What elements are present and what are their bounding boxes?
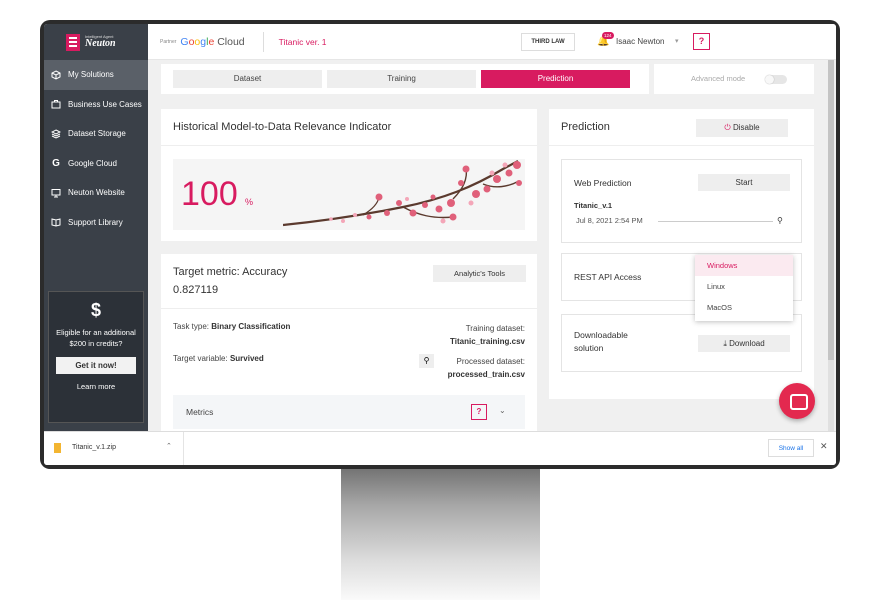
scrollbar[interactable] — [828, 60, 834, 431]
project-name[interactable]: Titanic ver. 1 — [279, 37, 327, 47]
briefcase-icon — [51, 99, 61, 109]
download-filename: Titanic_v.1.zip — [72, 444, 116, 451]
os-dropdown: Windows Linux MacOS — [695, 255, 793, 321]
download-icon: ⤓ — [723, 339, 727, 348]
download-item[interactable]: Titanic_v.1.zip ⌃ — [44, 432, 184, 465]
advanced-mode-panel: Advanced mode — [654, 64, 814, 94]
layers-icon — [51, 129, 61, 139]
relevance-unit: % — [245, 197, 254, 207]
chevron-up-icon[interactable]: ⌃ — [166, 442, 172, 450]
search-icon[interactable]: ⚲ — [419, 354, 434, 368]
processed-dataset: Processed dataset: processed_train.csv — [447, 357, 525, 379]
sidebar-item-google-cloud[interactable]: G Google Cloud — [44, 149, 148, 179]
card-title: Historical Model-to-Data Relevance Indic… — [173, 121, 392, 133]
target-metric-value: 0.827119 — [173, 284, 219, 296]
training-dataset-link[interactable]: Titanic_training.csv — [450, 337, 525, 346]
os-option-linux[interactable]: Linux — [695, 276, 793, 297]
target-variable: Target variable: Survived — [173, 354, 264, 363]
stage-tabs: Dataset Training Prediction — [161, 64, 649, 94]
processed-dataset-link[interactable]: processed_train.csv — [448, 370, 525, 379]
os-option-macos[interactable]: MacOS — [695, 297, 793, 318]
sidebar-item-label: My Solutions — [68, 70, 114, 80]
chevron-down-icon[interactable]: ▾ — [675, 37, 679, 45]
help-button[interactable]: ? — [693, 33, 710, 50]
power-icon: ⏻ — [724, 123, 731, 132]
model-name: Titanic_v.1 — [574, 201, 613, 210]
scrollbar-thumb[interactable] — [828, 60, 834, 360]
downloadable-solution-panel: Downloadable solution ⤓ Download — [561, 314, 802, 372]
third-law-button[interactable]: THIRD LAW — [521, 33, 575, 51]
monitor-stand — [341, 466, 540, 600]
cherry-blossom-illustration — [283, 160, 522, 227]
sidebar-item-my-solutions[interactable]: My Solutions — [44, 60, 148, 90]
credits-promo: $ Eligible for an additional $200 in cre… — [48, 291, 144, 423]
rest-api-title: REST API Access — [574, 272, 642, 282]
disable-button[interactable]: ⏻ Disable — [696, 119, 788, 137]
metrics-help-button[interactable]: ? — [471, 404, 487, 420]
target-metric-title: Target metric: Accuracy — [173, 266, 288, 278]
get-it-now-button[interactable]: Get it now! — [56, 357, 136, 374]
sidebar-item-label: Business Use Cases — [68, 99, 142, 109]
download-bar: Titanic_v.1.zip ⌃ Show all ✕ — [44, 431, 836, 465]
metrics-accordion[interactable]: Metrics ? ⌄ — [173, 395, 525, 429]
start-button[interactable]: Start — [698, 174, 790, 191]
zip-file-icon — [54, 443, 61, 453]
user-menu[interactable]: Isaac Newton — [616, 37, 664, 46]
show-all-button[interactable]: Show all — [768, 439, 814, 457]
cube-icon — [51, 70, 61, 80]
search-icon[interactable]: ⚲ — [777, 216, 783, 225]
prediction-title: Prediction — [561, 121, 610, 133]
neuton-logo[interactable]: Intelligent Agent Neuton — [44, 24, 148, 60]
logo-name: Neuton — [85, 38, 116, 49]
advanced-mode-label: Advanced mode — [691, 74, 746, 83]
sidebar-item-dataset-storage[interactable]: Dataset Storage — [44, 119, 148, 149]
notification-badge: 124 — [602, 32, 614, 39]
google-cloud-logo: Google Cloud — [180, 35, 245, 48]
learn-more-link[interactable]: Learn more — [49, 382, 143, 391]
book-icon — [51, 217, 61, 227]
chevron-down-icon[interactable]: ⌄ — [499, 406, 506, 415]
logo-icon — [66, 33, 80, 51]
google-g-icon: G — [52, 157, 60, 169]
sidebar-item-label: Google Cloud — [68, 158, 117, 168]
metrics-label: Metrics — [186, 407, 214, 417]
divider — [262, 31, 264, 52]
downloadable-title: Downloadable solution — [574, 330, 628, 353]
tab-training[interactable]: Training — [327, 70, 476, 88]
sidebar-item-label: Dataset Storage — [68, 129, 126, 139]
sidebar: Intelligent Agent Neuton My Solutions Bu… — [44, 24, 148, 431]
promo-text: Eligible for an additional $200 in credi… — [56, 328, 136, 348]
sidebar-item-label: Neuton Website — [68, 188, 125, 198]
top-bar: Partner Google Cloud Titanic ver. 1 — [148, 24, 836, 60]
analytics-tools-button[interactable]: Analytic's Tools — [433, 265, 526, 282]
sidebar-item-support-library[interactable]: Support Library — [44, 208, 148, 238]
relevance-value-box: 100 % — [173, 159, 525, 230]
monitor-icon — [51, 188, 61, 198]
close-icon[interactable]: ✕ — [820, 441, 828, 452]
chat-icon[interactable] — [779, 383, 815, 419]
relevance-value: 100 — [181, 175, 238, 213]
partner-label: Partner — [160, 38, 177, 45]
relevance-indicator-card: Historical Model-to-Data Relevance Indic… — [161, 109, 537, 241]
tab-dataset[interactable]: Dataset — [173, 70, 322, 88]
model-date: Jul 8, 2021 2:54 PM — [576, 216, 643, 225]
sidebar-item-label: Support Library — [68, 217, 123, 227]
tab-prediction[interactable]: Prediction — [481, 70, 630, 88]
prediction-card: Prediction ⏻ Disable Web Prediction Star… — [549, 109, 814, 399]
app-screen: Intelligent Agent Neuton My Solutions Bu… — [44, 24, 836, 465]
download-button[interactable]: ⤓ Download — [698, 335, 790, 352]
os-option-windows[interactable]: Windows — [695, 255, 793, 276]
sidebar-item-business-use-cases[interactable]: Business Use Cases — [44, 90, 148, 120]
target-metric-card: Target metric: Accuracy 0.827119 Analyti… — [161, 254, 537, 434]
advanced-mode-toggle[interactable] — [765, 75, 787, 84]
task-type: Task type: Binary Classification — [173, 322, 291, 331]
sidebar-item-neuton-website[interactable]: Neuton Website — [44, 178, 148, 208]
web-prediction-panel: Web Prediction Start Titanic_v.1 Jul 8, … — [561, 159, 802, 243]
web-prediction-title: Web Prediction — [574, 178, 632, 188]
training-dataset: Training dataset: Titanic_training.csv — [450, 324, 525, 346]
dollar-icon: $ — [90, 300, 101, 320]
